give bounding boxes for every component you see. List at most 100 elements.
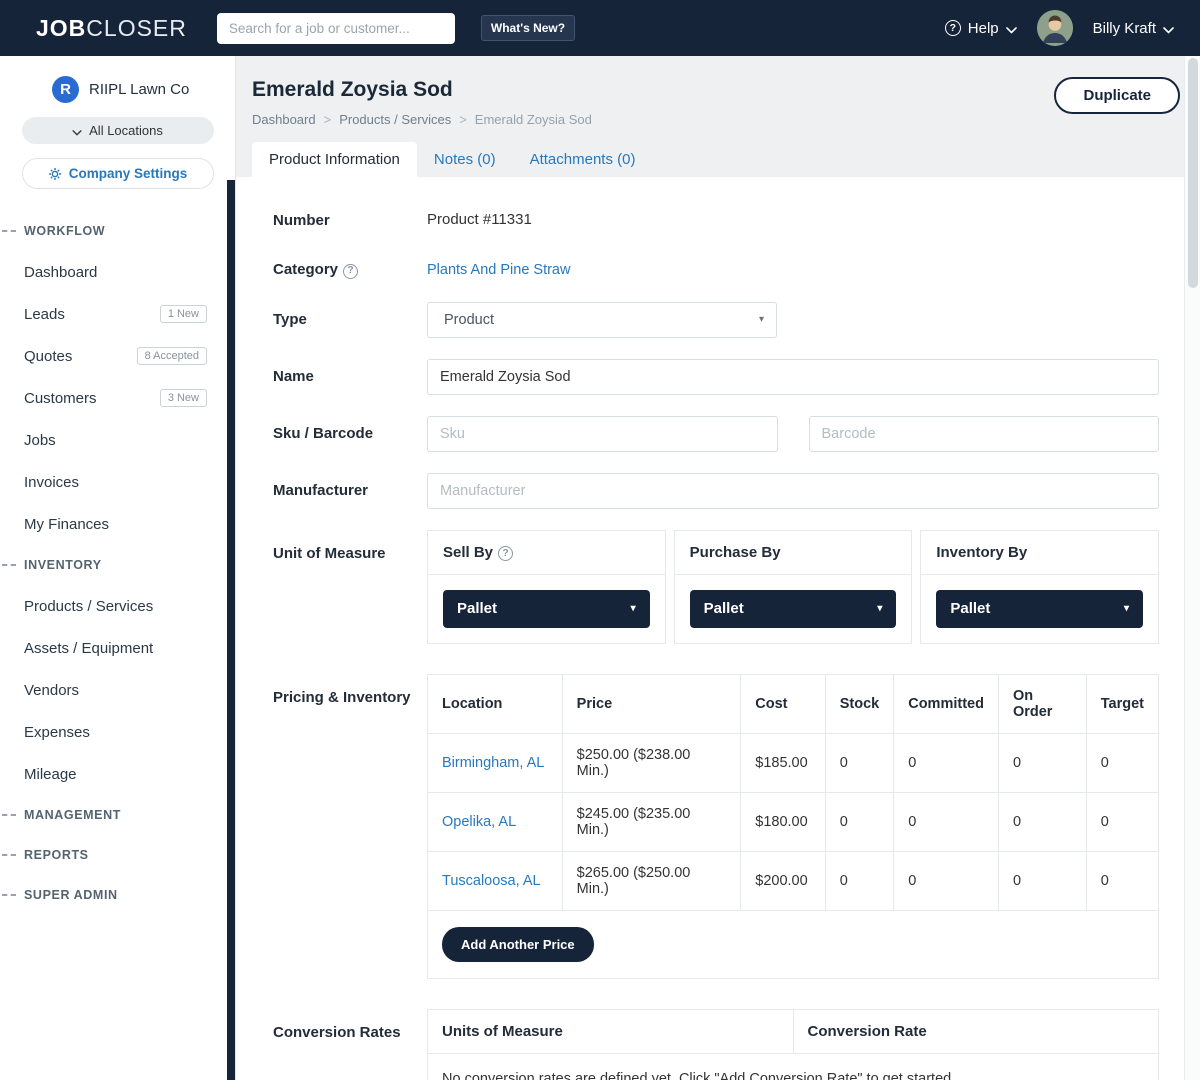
- nav-heading-reports[interactable]: REPORTS: [0, 835, 235, 875]
- chevron-down-icon: [1163, 21, 1174, 38]
- location-link[interactable]: Opelika, AL: [442, 814, 516, 830]
- name-label: Name: [273, 359, 427, 395]
- stock-cell: 0: [825, 851, 894, 910]
- unit-of-measure-label: Unit of Measure: [273, 530, 427, 644]
- all-locations-label: All Locations: [89, 123, 163, 138]
- breadcrumb-dashboard[interactable]: Dashboard: [252, 112, 316, 127]
- leads-badge: 1 New: [160, 305, 207, 323]
- col-units-of-measure: Units of Measure: [428, 1010, 793, 1053]
- table-row: Opelika, AL $245.00 ($235.00 Min.) $180.…: [428, 792, 1158, 851]
- nav-heading-workflow: WORKFLOW: [0, 211, 235, 251]
- nav-label: Quotes: [24, 348, 72, 365]
- category-row: Category? Plants And Pine Straw: [273, 252, 1159, 280]
- duplicate-button[interactable]: Duplicate: [1054, 77, 1180, 114]
- cost-cell: $180.00: [741, 792, 825, 851]
- type-select[interactable]: Product ▾: [427, 302, 777, 338]
- target-cell: 0: [1086, 851, 1158, 910]
- sidebar-scrollbar[interactable]: [227, 180, 235, 1080]
- header-right: ? Help Billy Kraft: [945, 10, 1174, 46]
- page-head: Emerald Zoysia Sod Dashboard > Products …: [236, 56, 1184, 127]
- conversion-header-row: Units of Measure Conversion Rate: [428, 1010, 1158, 1054]
- chevron-down-icon: [72, 124, 82, 139]
- sell-by-help-icon[interactable]: ?: [498, 546, 513, 561]
- sidebar-item-assets-equipment[interactable]: Assets / Equipment: [0, 627, 235, 669]
- sell-by-value: Pallet: [457, 600, 497, 617]
- logo-light: CLOSER: [86, 15, 187, 41]
- category-help-icon[interactable]: ?: [343, 264, 358, 279]
- nav-label: Expenses: [24, 724, 90, 741]
- barcode-input[interactable]: [809, 416, 1160, 452]
- company-settings-label: Company Settings: [69, 166, 188, 181]
- sidebar-item-expenses[interactable]: Expenses: [0, 711, 235, 753]
- sidebar-item-customers[interactable]: Customers 3 New: [0, 377, 235, 419]
- sidebar-item-quotes[interactable]: Quotes8 Accepted: [0, 335, 235, 377]
- caret-down-icon: ▾: [877, 603, 882, 614]
- pricing-header-row: Location Price Cost Stock Committed On O…: [428, 675, 1158, 734]
- price-cell: $250.00 ($238.00 Min.): [562, 733, 741, 792]
- tab-notes[interactable]: Notes (0): [417, 142, 513, 177]
- sidebar-item-jobs[interactable]: Jobs: [0, 419, 235, 461]
- pricing-table-container: Location Price Cost Stock Committed On O…: [427, 674, 1159, 979]
- sell-by-header: Sell By?: [428, 531, 665, 575]
- app-logo[interactable]: JOBCLOSER: [36, 15, 187, 42]
- sidebar-item-mileage[interactable]: Mileage: [0, 753, 235, 795]
- main-scrollbar-thumb[interactable]: [1188, 58, 1198, 288]
- help-menu[interactable]: ? Help: [945, 19, 1017, 38]
- number-row: Number Product #11331: [273, 203, 1159, 231]
- nav-label: Invoices: [24, 474, 79, 491]
- type-label: Type: [273, 302, 427, 338]
- sidebar-item-my-finances[interactable]: My Finances: [0, 503, 235, 545]
- sku-barcode-row: Sku / Barcode: [273, 416, 1159, 452]
- breadcrumb-products-services[interactable]: Products / Services: [339, 112, 451, 127]
- all-locations-dropdown[interactable]: All Locations: [22, 117, 214, 144]
- breadcrumb-separator: >: [324, 112, 332, 127]
- purchase-by-select[interactable]: Pallet ▾: [690, 590, 897, 628]
- nav-heading-management[interactable]: MANAGEMENT: [0, 795, 235, 835]
- company-logo: R: [52, 76, 79, 103]
- sell-by-column: Sell By? Pallet ▾: [427, 530, 666, 644]
- sell-by-select[interactable]: Pallet ▾: [443, 590, 650, 628]
- tab-product-information[interactable]: Product Information: [252, 142, 417, 177]
- help-icon: ?: [945, 20, 961, 36]
- nav-label: Vendors: [24, 682, 79, 699]
- tab-attachments[interactable]: Attachments (0): [513, 142, 653, 177]
- global-search-input[interactable]: [217, 13, 455, 44]
- table-row: Tuscaloosa, AL $265.00 ($250.00 Min.) $2…: [428, 851, 1158, 910]
- add-another-price-button[interactable]: Add Another Price: [442, 927, 594, 962]
- avatar[interactable]: [1037, 10, 1073, 46]
- main-scrollbar[interactable]: [1184, 56, 1200, 1080]
- top-header: JOBCLOSER What's New? ? Help Billy Kraft: [0, 0, 1200, 56]
- category-link[interactable]: Plants And Pine Straw: [427, 262, 570, 278]
- nav-label: Customers: [24, 390, 97, 407]
- customers-badge: 3 New: [160, 389, 207, 407]
- name-input[interactable]: [427, 359, 1159, 395]
- on-order-cell: 0: [998, 792, 1086, 851]
- nav-label: Assets / Equipment: [24, 640, 153, 657]
- location-link[interactable]: Tuscaloosa, AL: [442, 873, 541, 889]
- sidebar-item-invoices[interactable]: Invoices: [0, 461, 235, 503]
- stock-cell: 0: [825, 733, 894, 792]
- location-link[interactable]: Birmingham, AL: [442, 755, 544, 771]
- pricing-inventory-row: Pricing & Inventory Location Price Cost …: [273, 674, 1159, 979]
- col-price: Price: [562, 675, 741, 734]
- user-menu[interactable]: Billy Kraft: [1093, 19, 1174, 38]
- table-row: Birmingham, AL $250.00 ($238.00 Min.) $1…: [428, 733, 1158, 792]
- manufacturer-input[interactable]: [427, 473, 1159, 509]
- sidebar-item-vendors[interactable]: Vendors: [0, 669, 235, 711]
- nav-heading-super-admin[interactable]: SUPER ADMIN: [0, 875, 235, 915]
- inventory-by-select[interactable]: Pallet ▾: [936, 590, 1143, 628]
- inventory-by-value: Pallet: [950, 600, 990, 617]
- caret-down-icon: ▾: [631, 603, 636, 614]
- nav-label: Leads: [24, 306, 65, 323]
- whats-new-button[interactable]: What's New?: [481, 15, 575, 41]
- sidebar-item-products-services[interactable]: Products / Services: [0, 585, 235, 627]
- conversion-empty-message: No conversion rates are defined yet. Cli…: [428, 1054, 1158, 1080]
- company-row[interactable]: R RIIPL Lawn Co: [52, 76, 235, 103]
- sidebar-item-dashboard[interactable]: Dashboard: [0, 251, 235, 293]
- company-settings-button[interactable]: Company Settings: [22, 158, 214, 189]
- logo-bold: JOB: [36, 15, 86, 41]
- conversion-rates-label: Conversion Rates: [273, 1009, 427, 1080]
- cost-cell: $200.00: [741, 851, 825, 910]
- sku-input[interactable]: [427, 416, 778, 452]
- sidebar-item-leads[interactable]: Leads 1 New: [0, 293, 235, 335]
